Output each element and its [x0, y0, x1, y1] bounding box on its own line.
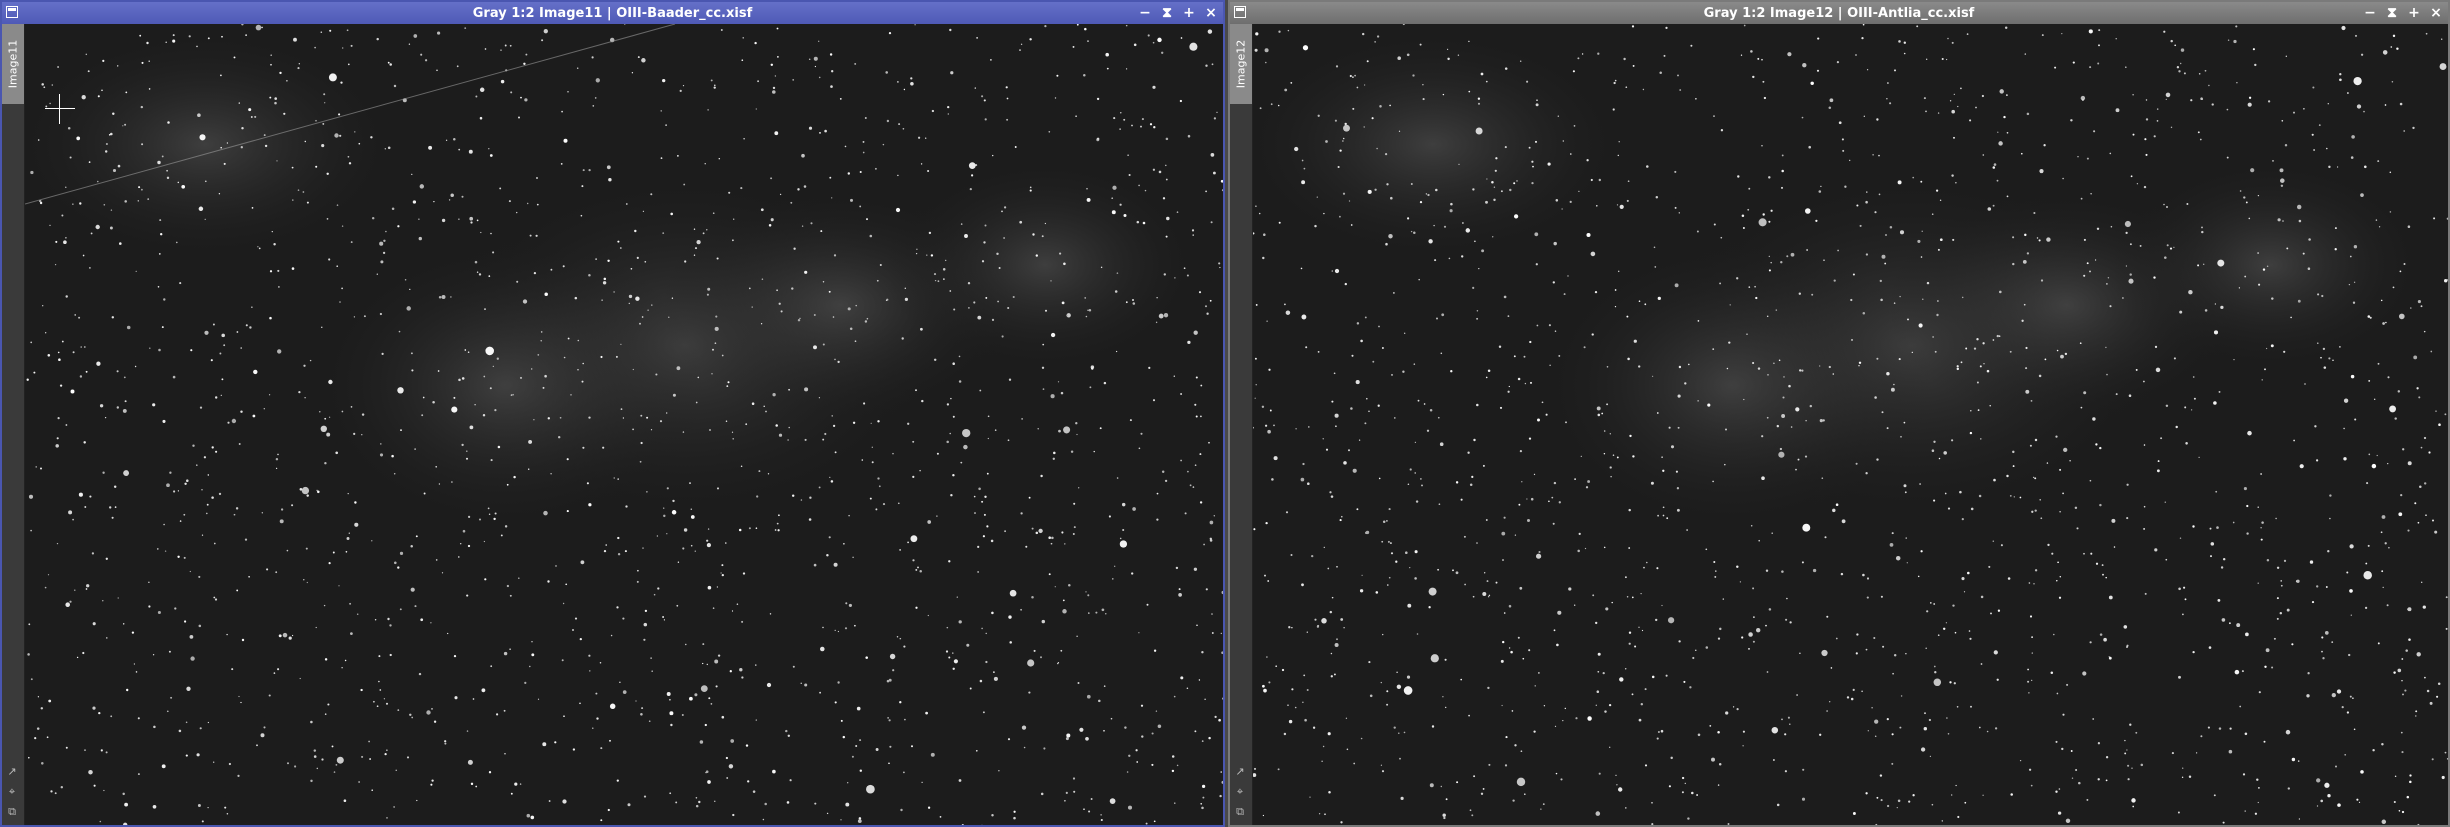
expand-icon[interactable]: ↗ [1233, 765, 1247, 779]
image-window-image12[interactable]: Gray 1:2 Image12 | OIII-Antlia_cc.xisf −… [1228, 0, 2450, 827]
view-id-label: Image11 [6, 39, 20, 89]
view-id-label: Image12 [1234, 39, 1248, 89]
pin-icon[interactable]: ⌖ [5, 785, 19, 799]
shade-button[interactable]: ⧗ [2384, 4, 2400, 22]
image-canvas[interactable] [25, 24, 1223, 825]
copy-icon[interactable]: ⧉ [1233, 805, 1247, 819]
starfield-image [25, 24, 1223, 825]
minimize-button[interactable]: − [2362, 4, 2378, 22]
pin-icon[interactable]: ⌖ [1233, 785, 1247, 799]
view-sidebar: Image12 ↗ ⌖ ⧉ [1230, 24, 1253, 825]
starfield-image [1253, 24, 2448, 825]
window-menu-icon[interactable] [1234, 6, 1246, 18]
view-id-tab[interactable]: Image11 [2, 24, 24, 104]
view-id-tab[interactable]: Image12 [1230, 24, 1252, 104]
image-window-image11[interactable]: Gray 1:2 Image11 | OIII-Baader_cc.xisf −… [0, 0, 1225, 827]
window-title: Gray 1:2 Image12 | OIII-Antlia_cc.xisf [1703, 5, 1975, 21]
image-canvas[interactable] [1253, 24, 2448, 825]
window-titlebar[interactable]: Gray 1:2 Image12 | OIII-Antlia_cc.xisf −… [1230, 2, 2448, 24]
maximize-button[interactable]: + [2406, 4, 2422, 22]
shade-button[interactable]: ⧗ [1159, 4, 1175, 22]
copy-icon[interactable]: ⧉ [5, 805, 19, 819]
window-menu-icon[interactable] [6, 6, 18, 18]
window-title: Gray 1:2 Image11 | OIII-Baader_cc.xisf [472, 5, 753, 21]
expand-icon[interactable]: ↗ [5, 765, 19, 779]
minimize-button[interactable]: − [1137, 4, 1153, 22]
window-titlebar[interactable]: Gray 1:2 Image11 | OIII-Baader_cc.xisf −… [2, 2, 1223, 24]
view-sidebar: Image11 ↗ ⌖ ⧉ [2, 24, 25, 825]
maximize-button[interactable]: + [1181, 4, 1197, 22]
close-button[interactable]: × [2428, 4, 2444, 22]
close-button[interactable]: × [1203, 4, 1219, 22]
